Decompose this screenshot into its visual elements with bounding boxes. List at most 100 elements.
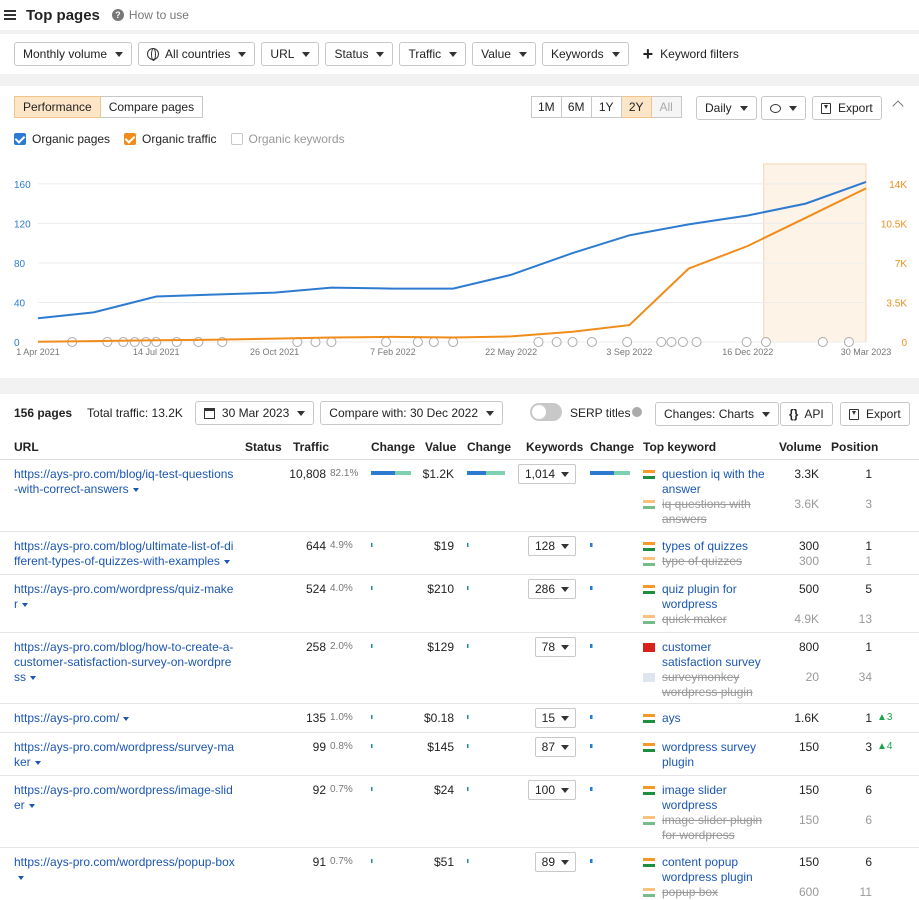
serp-titles-toggle[interactable] xyxy=(530,403,562,421)
range-1m[interactable]: 1M xyxy=(531,96,562,118)
keywords-dropdown[interactable]: 100 xyxy=(527,780,576,800)
help-icon[interactable]: ? xyxy=(111,9,124,21)
page-url-link[interactable]: https://ays-pro.com/wordpress/popup-box xyxy=(14,855,236,885)
page-url[interactable]: https://ays-pro.com/wordpress/image-slid… xyxy=(14,783,233,812)
url-menu-caret-icon[interactable] xyxy=(30,675,36,680)
caret-down-icon xyxy=(561,859,569,865)
page-url-link[interactable]: https://ays-pro.com/wordpress/image-slid… xyxy=(14,783,236,813)
changes-dropdown[interactable]: Changes: Charts xyxy=(655,402,780,426)
keyword-position: 1 xyxy=(865,640,872,654)
legend-organic-traffic[interactable]: Organic traffic xyxy=(124,132,217,146)
countries-dropdown[interactable]: All countries xyxy=(138,42,256,66)
api-button[interactable]: {} API xyxy=(780,402,833,426)
col-volume[interactable]: Volume xyxy=(779,440,821,454)
keywords-count: 286 xyxy=(534,582,555,596)
top-keyword-link[interactable]: wordpress survey plugin xyxy=(662,740,774,770)
comment-icon xyxy=(770,103,781,113)
monthly-volume-dropdown[interactable]: Monthly volume xyxy=(14,42,133,66)
date-picker[interactable]: 30 Mar 2023 xyxy=(194,401,315,425)
col-position[interactable]: Position xyxy=(831,440,878,454)
keywords-dropdown[interactable]: 286 xyxy=(527,579,576,599)
keywords-dropdown[interactable]: 78 xyxy=(534,637,576,657)
keywords-count: 89 xyxy=(541,855,555,869)
keywords-dropdown[interactable]: 1,014 xyxy=(517,464,576,484)
traffic-change-bar xyxy=(371,586,373,590)
page-url-link[interactable]: https://ays-pro.com/blog/how-to-create-a… xyxy=(14,640,236,685)
table-export-button[interactable]: Export xyxy=(840,402,910,426)
page-url-link[interactable]: https://ays-pro.com/blog/ultimate-list-o… xyxy=(14,539,236,569)
keywords-change-bar xyxy=(590,859,593,863)
caret-down-icon xyxy=(561,787,569,793)
range-2y[interactable]: 2Y xyxy=(621,96,652,118)
page-url[interactable]: https://ays-pro.com/blog/ultimate-list-o… xyxy=(14,539,233,568)
top-keyword-link[interactable]: types of quizzes xyxy=(662,539,774,554)
status-dropdown[interactable]: Status xyxy=(325,42,394,66)
page-url-link[interactable]: https://ays-pro.com/wordpress/quiz-maker xyxy=(14,582,236,612)
traffic-dropdown[interactable]: Traffic xyxy=(399,42,467,66)
menu-icon[interactable] xyxy=(4,10,16,20)
how-to-use-link[interactable]: How to use xyxy=(129,8,189,22)
url-menu-caret-icon[interactable] xyxy=(28,803,35,808)
url-dropdown[interactable]: URL xyxy=(261,42,320,66)
keywords-dropdown[interactable]: Keywords xyxy=(541,42,629,66)
keywords-dropdown[interactable]: 15 xyxy=(534,708,576,728)
page-url-link[interactable]: https://ays-pro.com/wordpress/survey-mak… xyxy=(14,740,236,770)
col-url[interactable]: URL xyxy=(14,440,39,454)
keyword-filters-button[interactable]: + Keyword filters xyxy=(635,42,747,66)
top-keyword-link[interactable]: question iq with the answer xyxy=(662,467,774,497)
page-url[interactable]: https://ays-pro.com/wordpress/survey-mak… xyxy=(14,740,234,769)
tab-performance[interactable]: Performance xyxy=(14,96,101,118)
url-menu-caret-icon[interactable] xyxy=(132,487,139,492)
keywords-dropdown[interactable]: 87 xyxy=(534,737,576,757)
country-flag-icon xyxy=(643,643,655,652)
range-1y[interactable]: 1Y xyxy=(591,96,622,118)
top-keyword-link[interactable]: image slider wordpress xyxy=(662,783,774,813)
keywords-dropdown[interactable]: 128 xyxy=(527,536,576,556)
col-keywords-change[interactable]: Change xyxy=(590,440,634,454)
tab-compare-pages[interactable]: Compare pages xyxy=(100,96,204,118)
top-keyword-link[interactable]: quiz plugin for wordpress xyxy=(662,582,774,612)
page-url-link[interactable]: https://ays-pro.com/ xyxy=(14,711,236,726)
col-value[interactable]: Value xyxy=(425,440,456,454)
top-keyword-link[interactable]: customer satisfaction survey xyxy=(662,640,774,670)
url-menu-caret-icon[interactable] xyxy=(22,602,28,607)
top-keyword-link[interactable]: ays xyxy=(662,711,774,726)
page-url[interactable]: https://ays-pro.com/blog/iq-test-questio… xyxy=(14,467,233,496)
granularity-dropdown[interactable]: Daily xyxy=(696,96,757,120)
keywords-change-bar xyxy=(590,744,593,748)
keyword-volume: 800 xyxy=(798,640,819,654)
keywords-dropdown[interactable]: 89 xyxy=(534,852,576,872)
legend-organic-keywords[interactable]: Organic keywords xyxy=(230,132,345,146)
page-url[interactable]: https://ays-pro.com/ xyxy=(14,711,119,725)
col-traffic[interactable]: Traffic xyxy=(293,440,329,454)
legend-organic-pages[interactable]: Organic pages xyxy=(14,132,110,146)
page-url[interactable]: https://ays-pro.com/blog/how-to-create-a… xyxy=(14,640,233,684)
page-url[interactable]: https://ays-pro.com/wordpress/popup-box xyxy=(14,855,235,869)
page-url-link[interactable]: https://ays-pro.com/blog/iq-test-questio… xyxy=(14,467,236,497)
help-icon[interactable] xyxy=(632,407,642,417)
col-traffic-change[interactable]: Change xyxy=(371,440,415,454)
chart-export-button[interactable]: Export xyxy=(812,96,882,120)
top-keyword-link[interactable]: content popup wordpress plugin xyxy=(662,855,774,885)
col-top-keyword[interactable]: Top keyword xyxy=(643,440,716,454)
url-menu-caret-icon[interactable] xyxy=(18,875,24,880)
secondary-keyword: popup box xyxy=(662,885,719,899)
value-dropdown[interactable]: Value xyxy=(472,42,536,66)
collapse-icon[interactable] xyxy=(892,100,904,112)
url-menu-caret-icon[interactable] xyxy=(34,760,41,765)
chart-legend: Organic pages Organic traffic Organic ke… xyxy=(14,132,345,146)
col-value-change[interactable]: Change xyxy=(467,440,511,454)
range-6m[interactable]: 6M xyxy=(561,96,592,118)
col-keywords[interactable]: Keywords xyxy=(526,440,583,454)
col-status[interactable]: Status xyxy=(245,440,282,454)
value-amount: $19 xyxy=(433,539,454,553)
country-flag-icon xyxy=(643,714,655,723)
page-url[interactable]: https://ays-pro.com/wordpress/quiz-maker xyxy=(14,582,233,611)
range-all[interactable]: All xyxy=(651,96,682,118)
value-change-bar xyxy=(467,644,469,648)
annotations-dropdown[interactable] xyxy=(761,96,806,120)
compare-dropdown[interactable]: Compare with: 30 Dec 2022 xyxy=(320,401,504,425)
url-menu-caret-icon[interactable] xyxy=(223,559,230,564)
caret-down-icon xyxy=(561,744,569,750)
url-menu-caret-icon[interactable] xyxy=(123,716,130,721)
